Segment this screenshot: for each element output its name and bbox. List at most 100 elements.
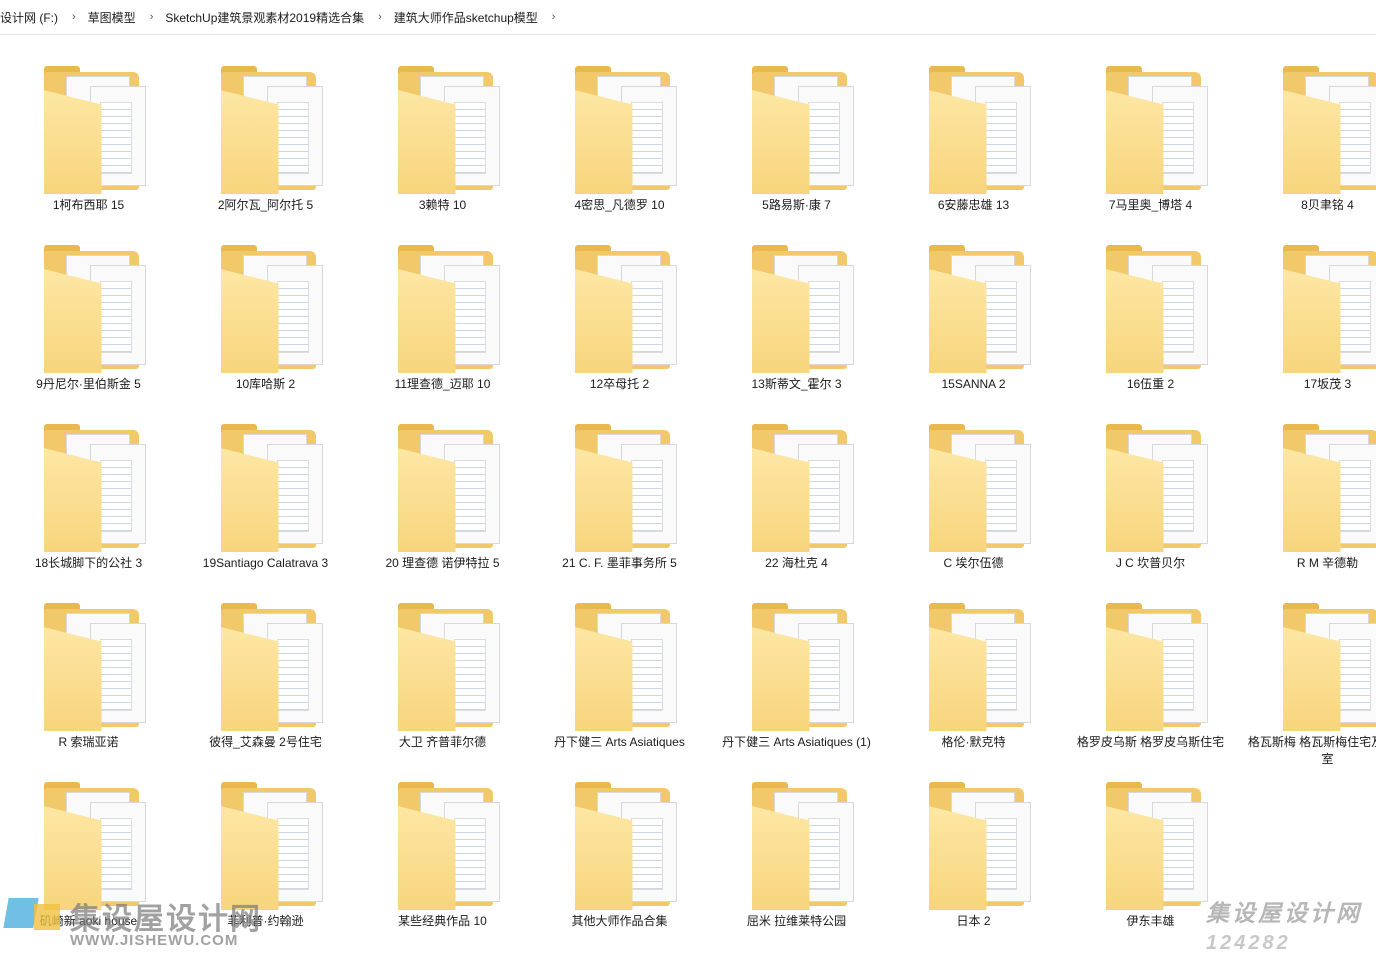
folder-item[interactable]: R M 辛德勒 [1239,402,1376,581]
folder-item[interactable]: 屈米 拉维莱特公园 [708,760,885,939]
folder-item[interactable]: 大卫 齐普菲尔德 [354,581,531,760]
folder-item[interactable]: 15SANNA 2 [885,223,1062,402]
folder-label: 1柯布西耶 15 [52,198,125,212]
folder-label: 丹下健三 Arts Asiatiques (1) [722,735,871,749]
folder-icon [565,422,677,552]
folder-icon [388,64,500,194]
folder-label: 格罗皮乌斯 格罗皮乌斯住宅 [1076,735,1225,749]
folder-icon [919,64,1031,194]
folder-label: 18长城脚下的公社 3 [34,556,143,570]
folder-item[interactable]: 10库哈斯 2 [177,223,354,402]
folder-item[interactable]: 格伦·默克特 [885,581,1062,760]
folder-item[interactable]: 20 理查德 诺伊特拉 5 [354,402,531,581]
folder-item[interactable]: 日本 2 [885,760,1062,939]
folder-item[interactable]: J C 坎普贝尔 [1062,402,1239,581]
folder-icon [565,780,677,910]
breadcrumb-item[interactable]: 设计网 (F:) [0,9,62,26]
folder-item[interactable]: 格瓦斯梅 格瓦斯梅住宅及工作室 [1239,581,1376,766]
folder-label: 6安藤忠雄 13 [937,198,1010,212]
folder-item[interactable]: 16伍重 2 [1062,223,1239,402]
folder-label: 菲利普·约翰逊 [227,914,304,928]
folder-label: 格瓦斯梅 格瓦斯梅住宅及工作室 [1247,735,1376,766]
folder-icon [742,243,854,373]
folder-item[interactable]: R 索瑞亚诺 [0,581,177,760]
folder-item[interactable]: 22 海杜克 4 [708,402,885,581]
folder-icon [388,243,500,373]
folder-icon [919,243,1031,373]
folder-label: 11理查德_迈耶 10 [394,377,491,391]
folder-item[interactable]: C 埃尔伍德 [885,402,1062,581]
folder-label: C 埃尔伍德 [943,556,1004,570]
folder-label: 7马里奥_博塔 4 [1108,198,1193,212]
chevron-right-icon[interactable]: › [542,11,568,23]
folder-grid: 1柯布西耶 15 2阿尔瓦_阿尔托 5 3赖特 10 4密思_凡德罗 10 5路易斯·康… [0,44,1376,939]
folder-item[interactable]: 其他大师作品合集 [531,760,708,939]
watermark-stamp: 集设屋设计网 [1206,900,1362,926]
folder-label: R M 辛德勒 [1296,556,1359,570]
breadcrumb-item[interactable]: 建筑大师作品sketchup模型 [394,9,542,26]
folder-item[interactable]: 11理查德_迈耶 10 [354,223,531,402]
folder-item[interactable]: 12卒母托 2 [531,223,708,402]
folder-item[interactable]: 丹下健三 Arts Asiatiques (1) [708,581,885,760]
folder-item[interactable]: 1柯布西耶 15 [0,44,177,223]
folder-label: 某些经典作品 10 [398,914,487,928]
folder-item[interactable]: 格罗皮乌斯 格罗皮乌斯住宅 [1062,581,1239,760]
folder-label: 15SANNA 2 [941,377,1006,391]
folder-item[interactable]: 21 C. F. 墨菲事务所 5 [531,402,708,581]
folder-icon [211,422,323,552]
folder-label: 3赖特 10 [418,198,467,212]
folder-icon [388,780,500,910]
folder-icon [742,780,854,910]
folder-label: 12卒母托 2 [589,377,650,391]
chevron-right-icon[interactable]: › [368,11,394,23]
folder-label: 19Santiago Calatrava 3 [202,556,329,570]
folder-label: 矶崎新 aoki house [39,914,138,928]
folder-icon [742,64,854,194]
folder-item[interactable]: 矶崎新 aoki house [0,760,177,939]
folder-item[interactable]: 5路易斯·康 7 [708,44,885,223]
chevron-right-icon[interactable]: › [62,11,88,23]
folder-icon [211,64,323,194]
breadcrumb-item[interactable]: 草图模型 [88,9,140,26]
folder-label: 16伍重 2 [1126,377,1175,391]
folder-item[interactable]: 17坂茂 3 [1239,223,1376,402]
folder-icon [1096,422,1208,552]
watermark-number: 124282 [1206,932,1291,954]
folder-label: 大卫 齐普菲尔德 [398,735,487,749]
folder-item[interactable]: 13斯蒂文_霍尔 3 [708,223,885,402]
folder-item[interactable]: 菲利普·约翰逊 [177,760,354,939]
folder-icon [34,64,146,194]
folder-label: 21 C. F. 墨菲事务所 5 [562,556,677,570]
folder-item[interactable]: 彼得_艾森曼 2号住宅 [177,581,354,760]
folder-item[interactable]: 4密思_凡德罗 10 [531,44,708,223]
folder-item[interactable]: 2阿尔瓦_阿尔托 5 [177,44,354,223]
folder-icon [1096,64,1208,194]
folder-item[interactable]: 丹下健三 Arts Asiatiques [531,581,708,760]
folder-label: R 索瑞亚诺 [58,735,119,749]
folder-label: 4密思_凡德罗 10 [574,198,665,212]
folder-item[interactable]: 3赖特 10 [354,44,531,223]
folder-icon [34,422,146,552]
folder-item[interactable]: 19Santiago Calatrava 3 [177,402,354,581]
folder-label: 丹下健三 Arts Asiatiques [554,735,685,749]
folder-icon [211,243,323,373]
folder-item[interactable]: 7马里奥_博塔 4 [1062,44,1239,223]
folder-icon [211,601,323,731]
chevron-right-icon[interactable]: › [140,11,166,23]
folder-label: 2阿尔瓦_阿尔托 5 [217,198,314,212]
folder-label: 格伦·默克特 [941,735,1006,749]
folder-icon [1096,243,1208,373]
breadcrumb: 设计网 (F:) › 草图模型 › SketchUp建筑景观素材2019精选合集 › 建筑大… [0,0,1376,35]
folder-icon [1096,601,1208,731]
folder-item[interactable]: 某些经典作品 10 [354,760,531,939]
folder-label: 9丹尼尔·里伯斯金 5 [36,377,141,391]
folder-item[interactable]: 9丹尼尔·里伯斯金 5 [0,223,177,402]
folder-item[interactable]: 8贝聿铭 4 [1239,44,1376,223]
breadcrumb-item[interactable]: SketchUp建筑景观素材2019精选合集 [165,9,368,26]
folder-icon [919,601,1031,731]
folder-icon [1273,64,1376,194]
folder-item[interactable]: 18长城脚下的公社 3 [0,402,177,581]
folder-item[interactable]: 6安藤忠雄 13 [885,44,1062,223]
folder-label: 8贝聿铭 4 [1301,198,1354,212]
folder-label: J C 坎普贝尔 [1115,556,1186,570]
